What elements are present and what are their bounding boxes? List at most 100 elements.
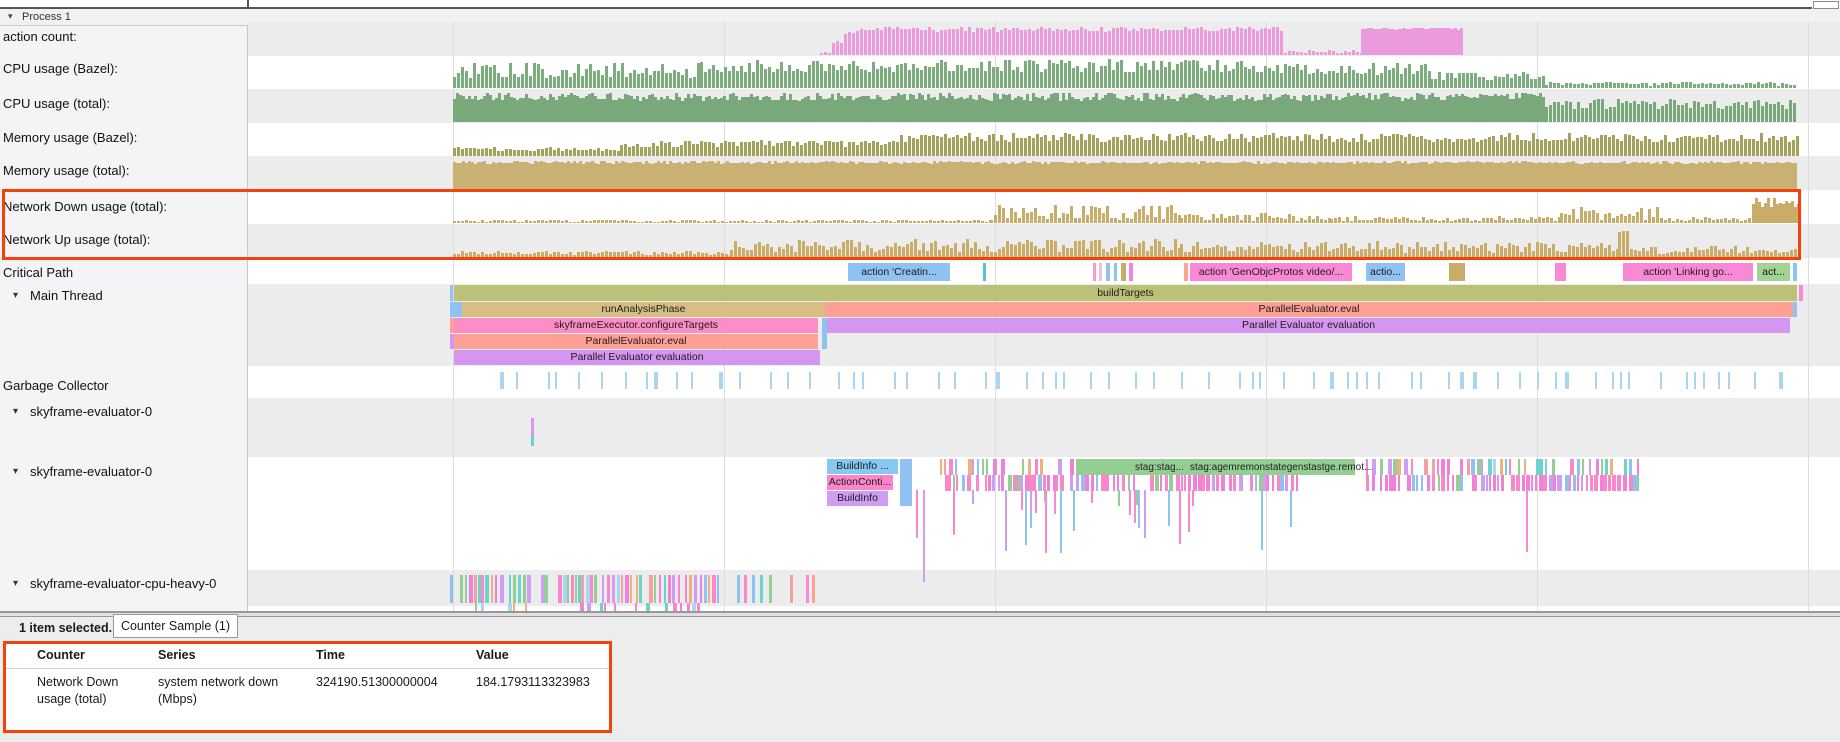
trace-drip-line[interactable] [1054, 490, 1056, 514]
counter-bar-cpu-bazel[interactable] [1605, 82, 1608, 88]
trace-slice-tick[interactable] [1033, 475, 1036, 491]
counter-bar-net-down[interactable] [1038, 216, 1041, 223]
counter-bar-net-down[interactable] [1042, 216, 1045, 223]
counter-bar-mem-bazel[interactable] [800, 145, 803, 156]
counter-bar-mem-bazel[interactable] [1704, 139, 1707, 156]
counter-bar-cpu-bazel[interactable] [1593, 83, 1596, 88]
counter-bar-action-count[interactable] [832, 43, 835, 55]
trace-slice-tick[interactable] [1460, 459, 1463, 475]
counter-bar-cpu-bazel[interactable] [1112, 70, 1115, 88]
counter-bar-cpu-bazel[interactable] [1352, 70, 1355, 88]
counter-bar-cpu-bazel[interactable] [1268, 68, 1271, 88]
counter-bar-net-up[interactable] [994, 252, 997, 257]
trace-slice[interactable] [1114, 263, 1117, 281]
gc-event-tick[interactable] [601, 372, 603, 389]
counter-bar-net-up[interactable] [1396, 243, 1399, 257]
trace-slice-tick[interactable] [1212, 475, 1215, 491]
counter-bar-mem-bazel[interactable] [545, 148, 548, 156]
counter-bar-net-up[interactable] [1130, 247, 1133, 257]
counter-bar-net-down[interactable] [737, 221, 740, 223]
trace-slice[interactable] [806, 575, 809, 603]
counter-bar-cpu-bazel[interactable] [561, 70, 564, 88]
counter-bar-net-up[interactable] [1488, 251, 1491, 257]
counter-bar-mem-bazel[interactable] [593, 150, 596, 156]
counter-bar-net-up[interactable] [717, 252, 720, 257]
counter-bar-net-down[interactable] [1394, 217, 1397, 223]
counter-bar-net-up[interactable] [1106, 252, 1109, 257]
gc-event-tick[interactable] [1366, 372, 1368, 389]
counter-bar-mem-bazel[interactable] [1600, 135, 1603, 156]
counter-bar-net-up[interactable] [1272, 247, 1275, 257]
trace-slice-tick[interactable] [1184, 475, 1186, 491]
counter-bar-mem-bazel[interactable] [1148, 140, 1151, 156]
counter-bar-mem-bazel[interactable] [589, 149, 592, 156]
counter-bar-net-down[interactable] [1022, 208, 1025, 223]
trace-slice-tick[interactable] [465, 575, 467, 603]
counter-bar-mem-bazel[interactable] [784, 141, 787, 156]
counter-bar-net-up[interactable] [838, 249, 841, 257]
counter-bar-net-up[interactable] [689, 251, 692, 257]
counter-bar-action-count[interactable] [1296, 52, 1299, 55]
counter-bar-mem-bazel[interactable] [1268, 135, 1271, 156]
counter-bar-cpu-total[interactable] [1653, 102, 1656, 122]
counter-bar-net-up[interactable] [1192, 246, 1195, 257]
counter-bar-net-up[interactable] [1308, 247, 1311, 257]
counter-bar-net-up[interactable] [1204, 248, 1207, 257]
counter-bar-cpu-total[interactable] [1733, 103, 1736, 122]
counter-bar-net-up[interactable] [697, 252, 700, 257]
counter-bar-net-up[interactable] [1058, 252, 1061, 257]
counter-bar-net-up[interactable] [1038, 249, 1041, 257]
counter-bar-net-up[interactable] [1070, 248, 1073, 257]
counter-bar-net-up[interactable] [509, 253, 512, 257]
trace-slice-tick[interactable] [678, 575, 680, 603]
counter-bar-cpu-bazel[interactable] [1308, 74, 1311, 88]
counter-bar-mem-bazel[interactable] [660, 141, 663, 156]
trace-slice-tick[interactable] [630, 575, 632, 603]
counter-bar-net-down[interactable] [953, 221, 956, 223]
gc-event-tick[interactable] [516, 372, 518, 389]
counter-bar-net-down[interactable] [873, 221, 876, 223]
counter-bar-net-up[interactable] [890, 247, 893, 257]
counter-bar-cpu-total[interactable] [1557, 102, 1560, 122]
counter-bar-mem-bazel[interactable] [1764, 142, 1767, 156]
counter-bar-net-down[interactable] [1256, 217, 1259, 223]
trace-slice-tick[interactable] [1216, 475, 1219, 491]
counter-bar-net-down[interactable] [721, 221, 724, 223]
counter-bar-net-down[interactable] [681, 220, 684, 223]
counter-bar-cpu-bazel[interactable] [1184, 60, 1187, 88]
sidebar-item-critical-path[interactable]: Critical Path [0, 262, 246, 284]
counter-bar-net-down[interactable] [1110, 218, 1113, 223]
trace-slice-tick[interactable] [1113, 475, 1115, 491]
counter-bar-cpu-total[interactable] [1693, 101, 1696, 122]
trace-slice-tick[interactable] [1447, 459, 1450, 475]
counter-bar-net-up[interactable] [461, 251, 464, 257]
counter-bar-net-down[interactable] [893, 222, 896, 223]
counter-bar-cpu-bazel[interactable] [1168, 62, 1171, 88]
counter-bar-net-down[interactable] [1402, 217, 1405, 223]
counter-bar-mem-bazel[interactable] [525, 150, 528, 156]
counter-bar-net-up[interactable] [1520, 252, 1523, 257]
trace-drip-line[interactable] [1138, 490, 1140, 528]
counter-bar-action-count[interactable] [1352, 50, 1355, 55]
counter-bar-mem-bazel[interactable] [832, 142, 835, 156]
trace-drip-line[interactable] [1060, 490, 1062, 553]
trace-slice-tick[interactable] [1070, 475, 1073, 491]
counter-bar-mem-bazel[interactable] [940, 137, 943, 156]
counter-bar-net-down[interactable] [1676, 219, 1679, 223]
counter-bar-net-down[interactable] [1688, 220, 1691, 223]
counter-bar-action-count[interactable] [1272, 27, 1275, 55]
counter-bar-cpu-bazel[interactable] [700, 62, 703, 88]
counter-bar-cpu-bazel[interactable] [864, 70, 867, 88]
counter-bar-cpu-bazel[interactable] [605, 66, 608, 88]
counter-bar-net-up[interactable] [746, 250, 749, 257]
counter-bar-net-down[interactable] [909, 221, 912, 223]
counter-bar-net-up[interactable] [661, 252, 664, 257]
counter-bar-action-count[interactable] [1028, 29, 1031, 55]
counter-bar-net-up[interactable] [846, 240, 849, 257]
counter-bar-cpu-bazel[interactable] [1028, 60, 1031, 88]
counter-bar-action-count[interactable] [1196, 28, 1199, 55]
counter-bar-mem-bazel[interactable] [1284, 137, 1287, 156]
counter-bar-net-down[interactable] [1728, 220, 1731, 223]
counter-bar-mem-bazel[interactable] [1492, 136, 1495, 156]
counter-bar-cpu-bazel[interactable] [1416, 71, 1419, 88]
